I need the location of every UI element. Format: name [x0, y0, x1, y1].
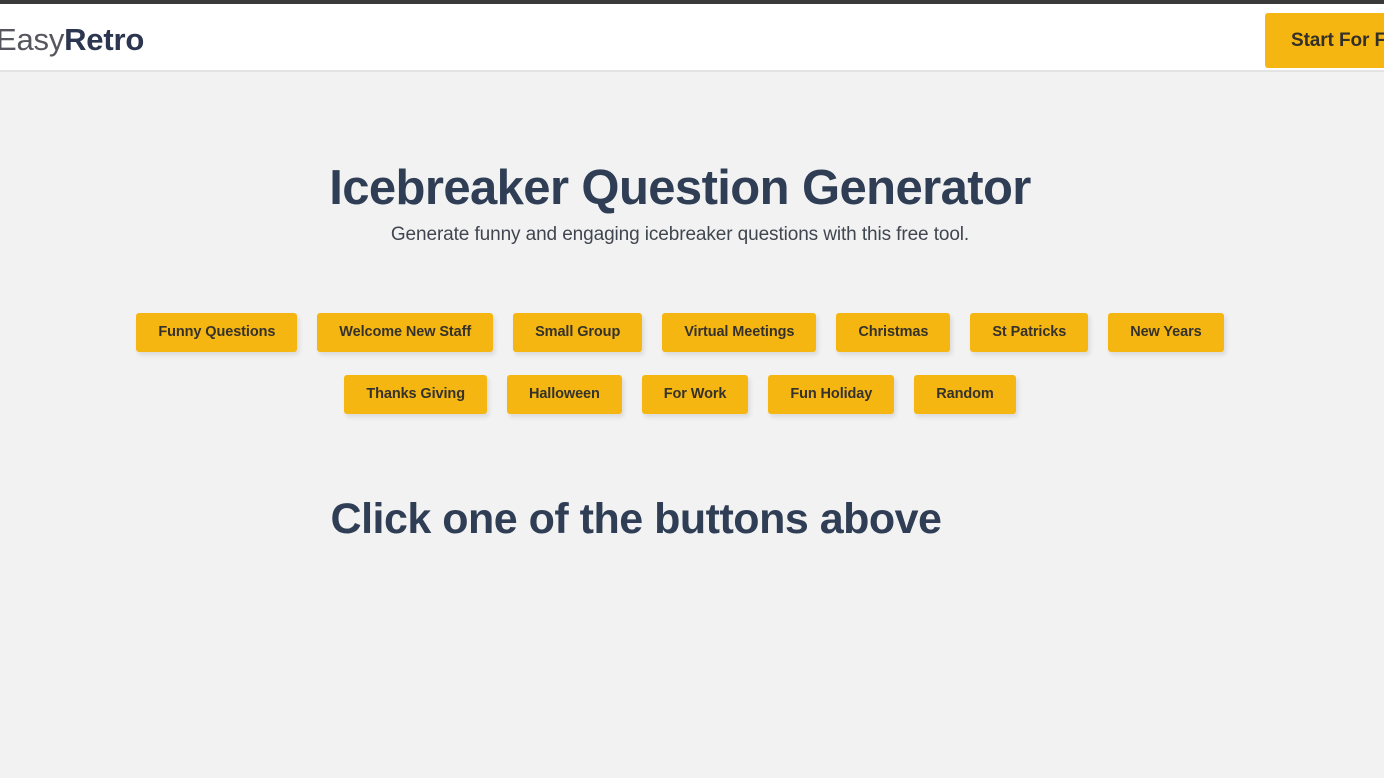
- start-for-free-button[interactable]: Start For Free: [1265, 13, 1384, 68]
- site-header: EasyRetro Start For Free: [0, 4, 1384, 72]
- result-placeholder-heading: Click one of the buttons above: [330, 494, 942, 543]
- brand-logo-first-word: Easy: [0, 22, 65, 57]
- category-button[interactable]: Funny Questions: [136, 313, 298, 352]
- page-title: Icebreaker Question Generator: [329, 160, 1031, 215]
- category-button[interactable]: St Patricks: [970, 313, 1089, 352]
- category-button[interactable]: Random: [914, 375, 1016, 414]
- category-button[interactable]: Fun Holiday: [768, 375, 895, 414]
- category-button[interactable]: Halloween: [506, 375, 622, 414]
- page-subtitle: Generate funny and engaging icebreaker q…: [390, 224, 970, 245]
- category-button[interactable]: New Years: [1108, 313, 1224, 352]
- main-content: Icebreaker Question Generator Generate f…: [0, 74, 1384, 778]
- category-button-row-2: Thanks Giving Halloween For Work Fun Holida…: [0, 375, 1360, 414]
- brand-logo-second-word: Retro: [64, 22, 145, 57]
- category-button[interactable]: Christmas: [836, 313, 951, 352]
- category-button[interactable]: Welcome New Staff: [317, 313, 494, 352]
- brand-logo[interactable]: EasyRetro: [0, 20, 144, 60]
- category-button[interactable]: For Work: [641, 375, 749, 414]
- category-button-row-1: Funny Questions Welcome New Staff Small Gr…: [0, 313, 1360, 352]
- category-button[interactable]: Virtual Meetings: [662, 313, 817, 352]
- category-button[interactable]: Small Group: [513, 313, 643, 352]
- category-button[interactable]: Thanks Giving: [344, 375, 487, 414]
